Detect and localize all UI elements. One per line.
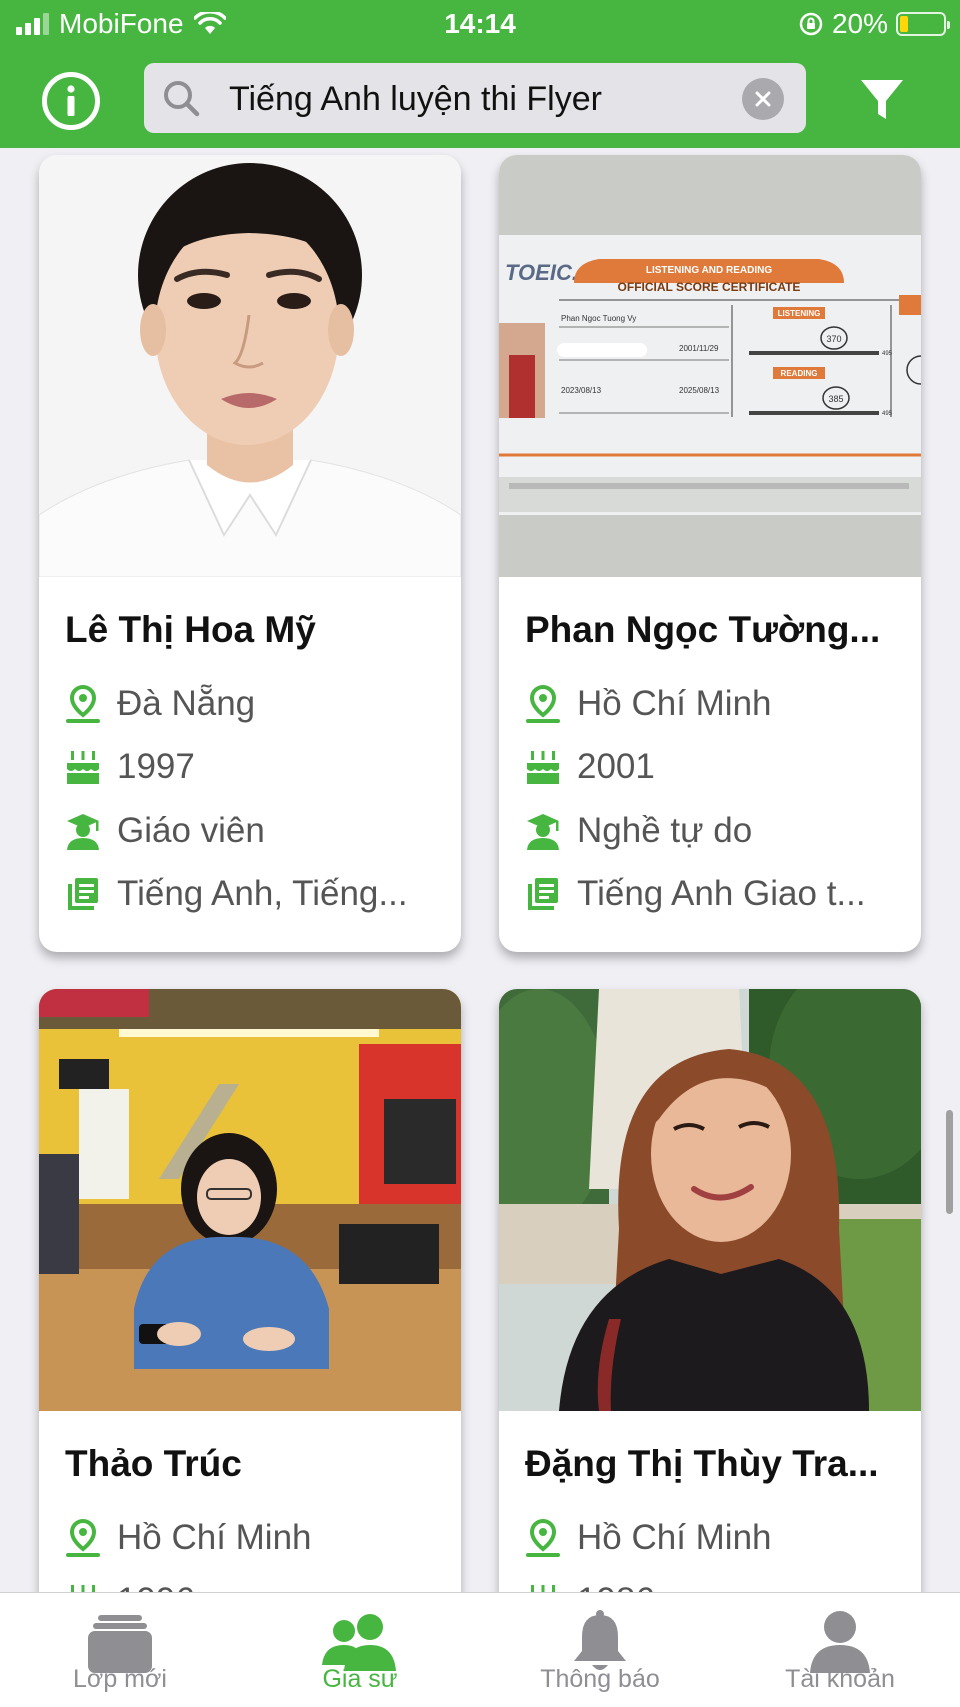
tab-label: Gia sư [322,1665,398,1693]
tutor-location: Hồ Chí Minh [577,1518,772,1557]
birth-year-row: 1997 [65,745,445,789]
certificate-reading-score: 385 [828,394,843,404]
location-row: Hồ Chí Minh [65,1516,445,1560]
tutor-subjects: Tiếng Anh Giao t... [577,874,866,913]
tutor-photo [39,989,461,1411]
subjects-row: Tiếng Anh, Tiếng... [65,872,445,916]
tab-label: Tài khoản [785,1665,895,1693]
tutor-card[interactable]: Lê Thị Hoa Mỹ Đà Nẵng 1997 Giáo viên Tiế… [39,155,461,952]
tab-label: Lớp mới [73,1665,167,1693]
location-pin-icon [525,684,561,724]
close-icon [755,91,771,107]
certificate-listening-max: 495 [882,351,893,357]
orientation-lock-icon [799,12,823,36]
birthday-cake-icon [65,747,101,787]
certificate-holder: Phan Ngoc Tuong Vy [561,314,636,323]
birthday-cake-icon [65,1581,101,1592]
tutor-occupation: Nghề tự do [577,811,753,850]
certificate-listening-score: 370 [826,334,841,344]
subjects-icon [525,874,561,914]
birth-year-row: 2001 [525,745,905,789]
certificate-title-1: LISTENING AND READING [646,265,773,276]
subjects-icon [65,874,101,914]
info-button[interactable] [42,72,100,130]
status-right: 20% [798,8,950,40]
clear-search-button[interactable] [742,78,784,120]
app-header: MobiFone 14:14 20% Tiếng Anh luyện thi F… [0,0,960,148]
certificate-reading-max: 495 [882,411,893,417]
battery-percent: 20% [831,8,888,39]
tutor-birth-year: 2001 [577,747,655,786]
search-bar[interactable]: Tiếng Anh luyện thi Flyer [144,63,806,133]
tab-label: Thông báo [540,1665,660,1693]
location-pin-icon [525,1518,561,1558]
tutor-photo [39,155,461,577]
filter-button[interactable] [858,76,906,129]
filter-icon [861,80,903,119]
tutor-photo [499,989,921,1411]
tutor-birth-year: 1986 [577,1581,655,1592]
birthday-cake-icon [525,1581,561,1592]
status-bar: MobiFone 14:14 20% [0,0,960,50]
search-icon [164,81,200,117]
certificate-date-birth: 2001/11/29 [679,344,719,353]
info-icon [67,85,75,116]
tutor-location: Hồ Chí Minh [117,1518,312,1557]
occupation-row: Giáo viên [65,809,445,853]
tutor-photo: TOEIC. LISTENING AND READING OFFICIAL SC… [499,155,921,577]
certificate-date-test: 2023/08/13 [561,386,602,395]
certificate-listening-label: LISTENING [778,309,821,318]
location-pin-icon [65,684,101,724]
certificate-reading-label: READING [781,369,818,378]
birth-year-row: 1996 [65,1579,445,1592]
tutor-name: Lê Thị Hoa Mỹ [65,609,316,650]
certificate-brand: TOEIC. [505,260,578,285]
tab-new-classes[interactable]: Lớp mới [0,1593,240,1707]
birthday-cake-icon [525,747,561,787]
tutor-location: Đà Nẵng [117,684,256,723]
tutor-name: Thảo Trúc [65,1443,242,1484]
location-row: Đà Nẵng [65,682,445,726]
location-row: Hồ Chí Minh [525,682,905,726]
tutor-birth-year: 1997 [117,747,195,786]
battery-level [900,16,909,32]
tutor-card[interactable]: Thảo Trúc Hồ Chí Minh 1996 [39,989,461,1592]
certificate-date-valid: 2025/08/13 [679,386,720,395]
certificate-title-2: OFFICIAL SCORE CERTIFICATE [618,280,801,294]
tutor-name: Phan Ngọc Tường... [525,609,881,650]
graduate-icon [525,811,561,851]
tutor-card[interactable]: TOEIC. LISTENING AND READING OFFICIAL SC… [499,155,921,952]
scroll-indicator[interactable] [946,1110,953,1214]
location-pin-icon [65,1518,101,1558]
tab-bar: Lớp mới Gia sư Thông báo Tài khoản [0,1592,960,1707]
occupation-row: Nghề tự do [525,809,905,853]
tutor-name: Đặng Thị Thùy Tra... [525,1443,879,1484]
subjects-row: Tiếng Anh Giao t... [525,872,905,916]
battery-icon [896,12,950,36]
tab-notifications[interactable]: Thông báo [480,1593,720,1707]
tutor-location: Hồ Chí Minh [577,684,772,723]
search-input[interactable]: Tiếng Anh luyện thi Flyer [229,80,602,119]
tutor-occupation: Giáo viên [117,811,265,850]
graduate-icon [65,811,101,851]
tutor-subjects: Tiếng Anh, Tiếng... [117,874,408,913]
tutor-card[interactable]: Đặng Thị Thùy Tra... Hồ Chí Minh 1986 [499,989,921,1592]
birth-year-row: 1986 [525,1579,905,1592]
tutor-birth-year: 1996 [117,1581,195,1592]
tab-account[interactable]: Tài khoản [720,1593,960,1707]
tab-tutors[interactable]: Gia sư [240,1593,480,1707]
location-row: Hồ Chí Minh [525,1516,905,1560]
tutor-grid: Lê Thị Hoa Mỹ Đà Nẵng 1997 Giáo viên Tiế… [0,148,960,1592]
